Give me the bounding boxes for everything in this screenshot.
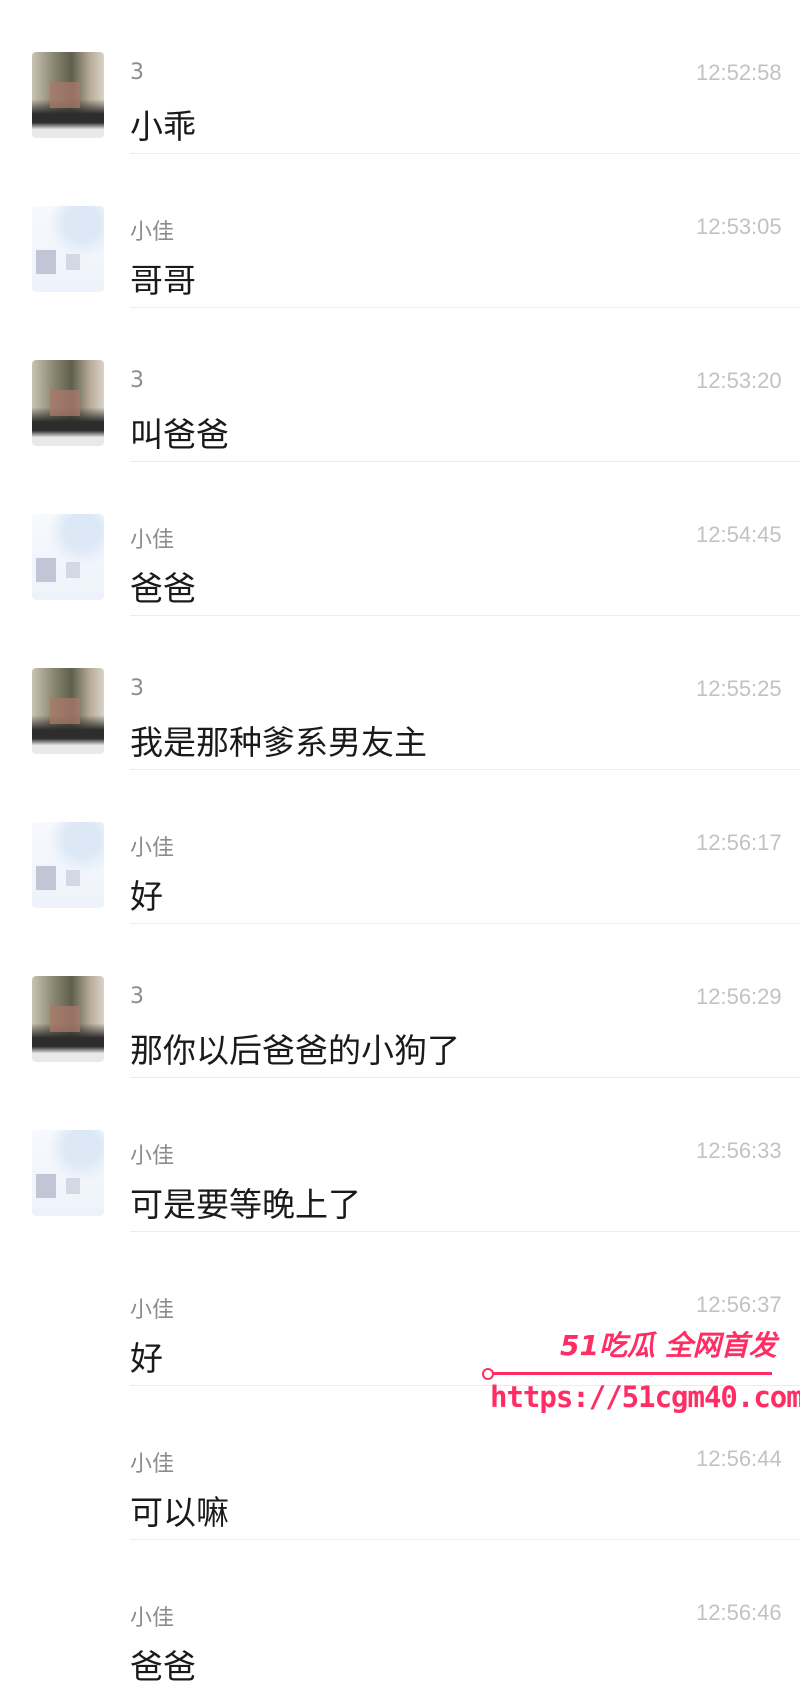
message-row[interactable]: 小佳 12:56:46 爸爸 [0, 1540, 800, 1694]
message-time: 12:54:45 [696, 522, 782, 547]
message-text: 爸爸 [130, 569, 196, 608]
sender-name: 小佳 [130, 220, 175, 245]
message-row[interactable]: 小佳 12:53:05 哥哥 [0, 154, 800, 308]
sender-name: 3 [130, 368, 144, 393]
message-row[interactable]: 3 12:56:29 那你以后爸爸的小狗了 [0, 924, 800, 1078]
message-text: 我是那种爹系男友主 [130, 723, 427, 762]
message-time: 12:56:33 [696, 1138, 782, 1163]
avatar[interactable] [32, 668, 104, 754]
message-text: 可是要等晚上了 [130, 1185, 361, 1224]
watermark-circuit-line [482, 1368, 772, 1380]
sender-name: 小佳 [130, 1606, 175, 1631]
avatar[interactable] [32, 822, 104, 908]
message-time: 12:52:58 [696, 60, 782, 85]
message-text: 那你以后爸爸的小狗了 [130, 1031, 460, 1070]
message-text: 小乖 [130, 107, 196, 146]
message-row[interactable]: 3 12:52:58 小乖 [0, 0, 800, 154]
avatar[interactable] [32, 52, 104, 138]
message-time: 12:56:46 [696, 1600, 782, 1625]
sender-name: 小佳 [130, 836, 175, 861]
message-time: 12:56:17 [696, 830, 782, 855]
sender-name: 小佳 [130, 528, 175, 553]
sender-name: 3 [130, 676, 144, 701]
message-time: 12:53:05 [696, 214, 782, 239]
sender-name: 3 [130, 984, 144, 1009]
message-text: 爸爸 [130, 1647, 196, 1686]
message-time: 12:53:20 [696, 368, 782, 393]
watermark-url: https://51cgm40.com [490, 1380, 800, 1414]
message-time: 12:56:29 [696, 984, 782, 1009]
message-time: 12:56:44 [696, 1446, 782, 1471]
avatar[interactable] [32, 206, 104, 292]
sender-name: 3 [130, 60, 144, 85]
message-text: 可以嘛 [130, 1493, 229, 1532]
message-text: 好 [130, 1339, 163, 1378]
message-text: 哥哥 [130, 261, 196, 300]
message-row[interactable]: 小佳 12:54:45 爸爸 [0, 462, 800, 616]
sender-name: 小佳 [130, 1452, 175, 1477]
sender-name: 小佳 [130, 1144, 175, 1169]
message-row[interactable]: 3 12:55:25 我是那种爹系男友主 [0, 616, 800, 770]
watermark: 51吃瓜 全网首发 https://51cgm40.com [480, 1324, 800, 1414]
sender-name: 小佳 [130, 1298, 175, 1323]
avatar[interactable] [32, 1130, 104, 1216]
message-text: 叫爸爸 [130, 415, 229, 454]
avatar[interactable] [32, 976, 104, 1062]
message-text: 好 [130, 877, 163, 916]
message-time: 12:56:37 [696, 1292, 782, 1317]
chat-history-list[interactable]: 3 12:52:58 小乖 小佳 12:53:05 哥哥 3 12:53:20 … [0, 0, 800, 1695]
message-row[interactable]: 小佳 12:56:33 可是要等晚上了 [0, 1078, 800, 1232]
message-time: 12:55:25 [696, 676, 782, 701]
message-row[interactable]: 小佳 12:56:17 好 [0, 770, 800, 924]
message-row[interactable]: 3 12:53:20 叫爸爸 [0, 308, 800, 462]
avatar[interactable] [32, 514, 104, 600]
watermark-headline: 51吃瓜 全网首发 [560, 1329, 777, 1362]
avatar[interactable] [32, 360, 104, 446]
